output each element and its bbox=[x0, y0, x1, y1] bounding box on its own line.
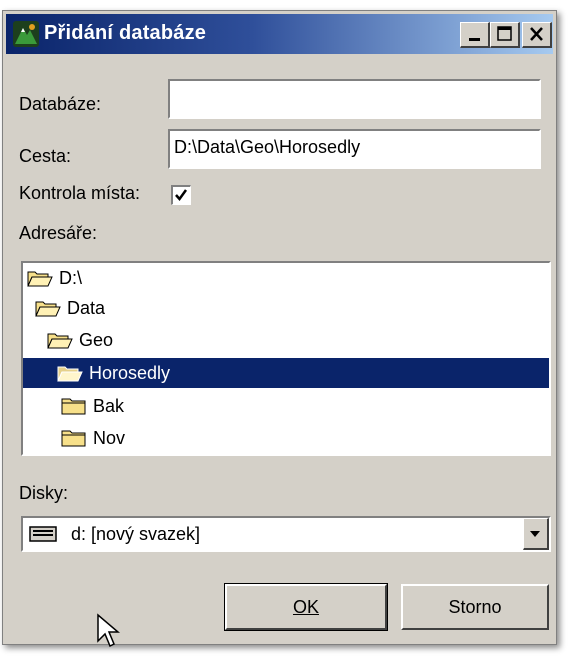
window-title: Přidání databáze bbox=[44, 22, 207, 44]
database-label: Databáze: bbox=[19, 94, 102, 114]
directory-item[interactable]: Geo bbox=[47, 325, 113, 355]
folder-open-icon bbox=[47, 333, 73, 349]
location-check-checkbox[interactable] bbox=[171, 185, 191, 205]
path-label: Cesta: bbox=[19, 146, 72, 166]
location-check-label: Kontrola místa: bbox=[19, 183, 141, 203]
maximize-icon bbox=[497, 26, 512, 41]
directory-list[interactable]: D:\ Data Geo Horosedly Bak Nov bbox=[21, 261, 551, 456]
database-input[interactable] bbox=[168, 79, 541, 119]
drive-select-value: d: [nový svazek] bbox=[71, 524, 201, 544]
minimize-icon bbox=[469, 38, 480, 41]
folder-open-icon bbox=[57, 366, 83, 382]
app-mountain-icon bbox=[13, 21, 39, 47]
directory-label: Horosedly bbox=[89, 362, 171, 383]
cancel-button-label: Storno bbox=[448, 596, 502, 617]
folder-open-icon bbox=[35, 301, 61, 317]
directory-item[interactable]: D:\ bbox=[27, 263, 82, 293]
directory-item-selected[interactable]: Horosedly bbox=[23, 358, 549, 388]
ok-button-label: OK bbox=[292, 596, 319, 617]
directory-label: Nov bbox=[93, 427, 126, 448]
directory-item[interactable]: Data bbox=[35, 293, 105, 323]
chevron-down-icon bbox=[530, 531, 540, 537]
add-database-dialog: Přidání databáze Databáze: Cesta: D:\Dat… bbox=[2, 10, 557, 645]
close-button[interactable] bbox=[522, 22, 552, 48]
ok-button[interactable]: OK bbox=[224, 583, 388, 631]
maximize-button[interactable] bbox=[490, 22, 520, 48]
minimize-button[interactable] bbox=[460, 22, 490, 48]
directories-label: Adresáře: bbox=[19, 223, 98, 243]
directory-item[interactable]: Nov bbox=[61, 423, 125, 453]
folder-closed-icon bbox=[61, 398, 86, 415]
path-input[interactable]: D:\Data\Geo\Horosedly bbox=[168, 129, 541, 169]
title-bar[interactable]: Přidání databáze bbox=[6, 14, 553, 54]
checkmark-icon bbox=[175, 189, 188, 202]
drives-label: Disky: bbox=[19, 483, 68, 503]
mouse-cursor-icon bbox=[97, 613, 120, 648]
drive-select[interactable]: d: [nový svazek] bbox=[21, 516, 551, 552]
folder-closed-icon bbox=[61, 430, 86, 447]
directory-item[interactable]: Bak bbox=[61, 391, 124, 421]
cancel-button[interactable]: Storno bbox=[401, 584, 549, 630]
close-icon bbox=[530, 27, 543, 41]
directory-label: D:\ bbox=[59, 267, 83, 288]
drive-dropdown-button[interactable] bbox=[523, 518, 549, 550]
directory-label: Data bbox=[67, 297, 106, 318]
directory-label: Bak bbox=[93, 395, 125, 416]
hard-drive-icon bbox=[29, 526, 57, 542]
folder-open-icon bbox=[27, 271, 53, 287]
directory-label: Geo bbox=[79, 329, 114, 350]
